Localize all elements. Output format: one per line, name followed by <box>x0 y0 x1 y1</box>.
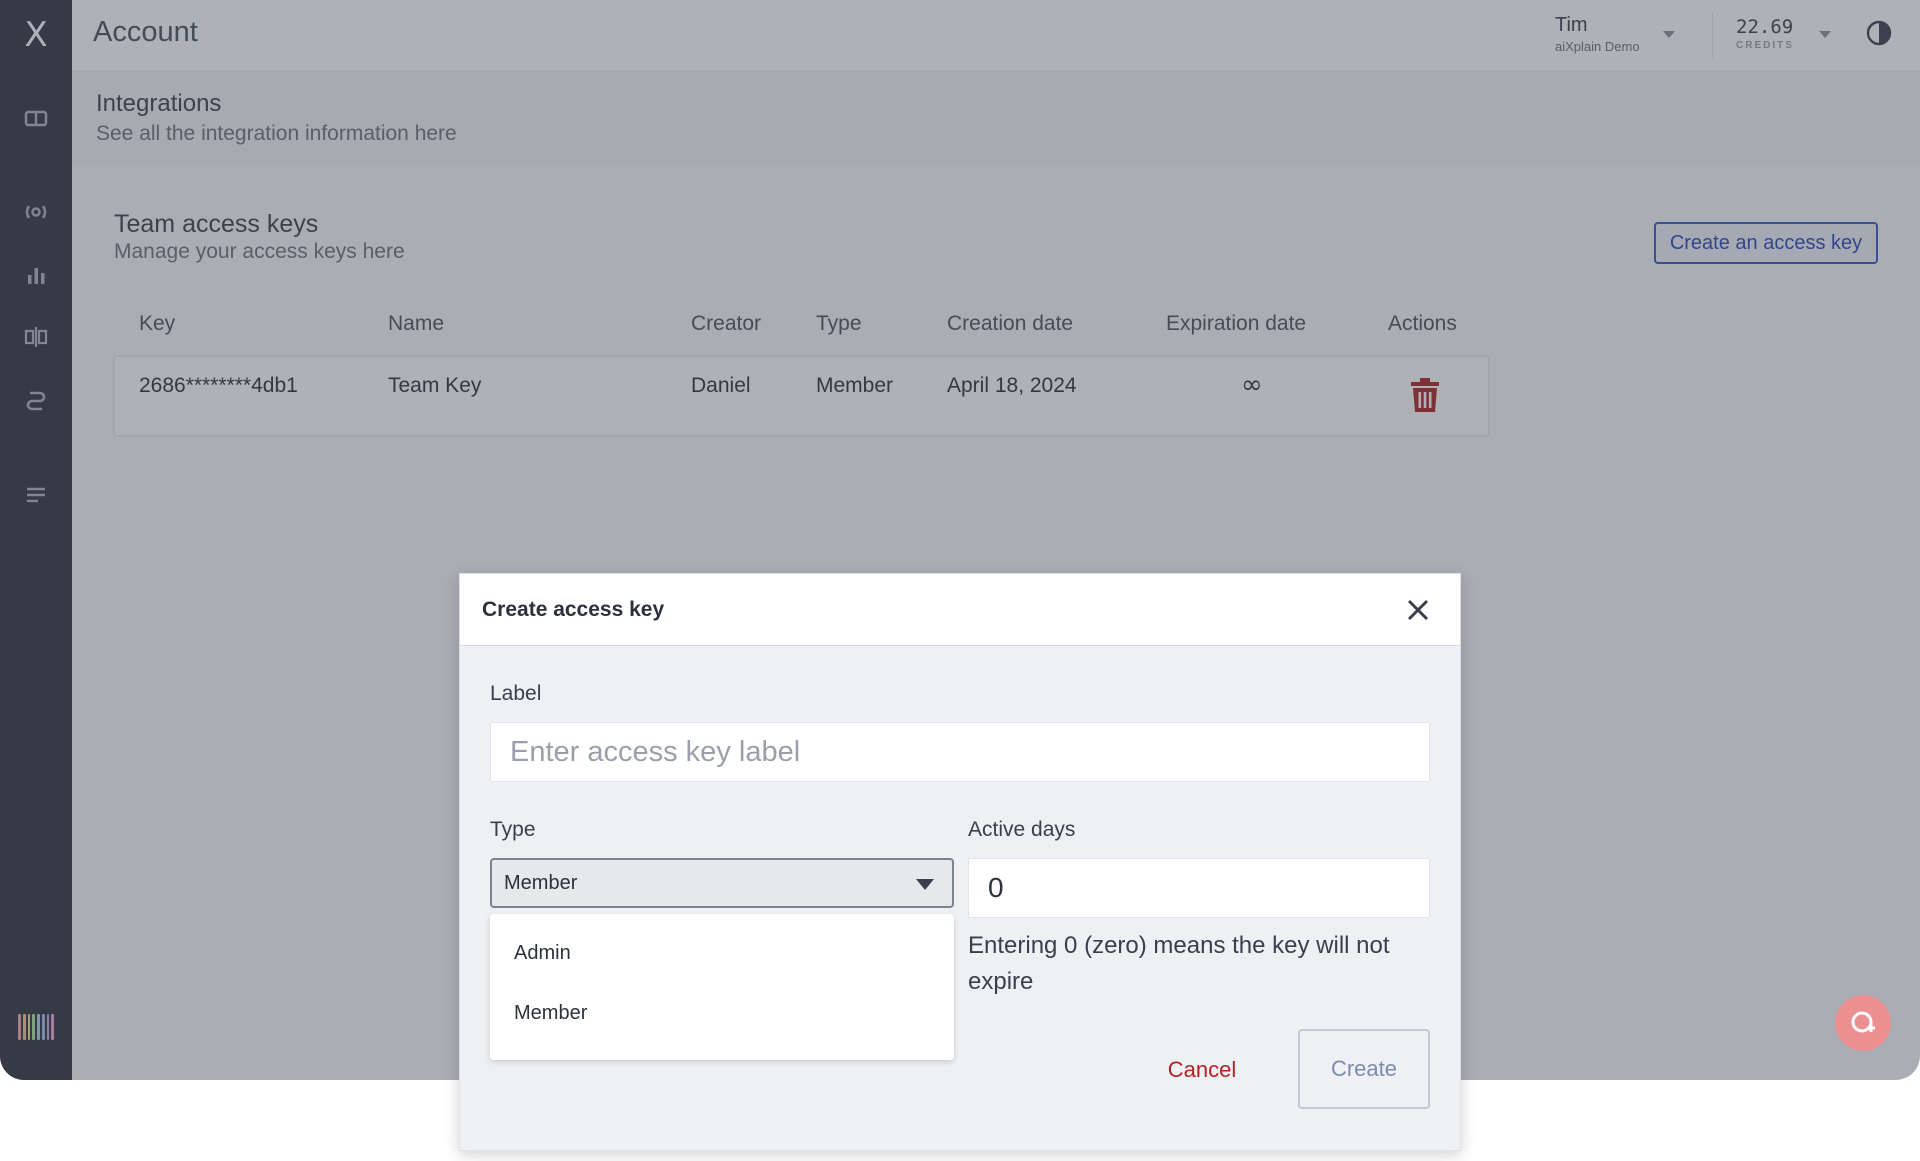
cancel-button[interactable]: Cancel <box>1152 1052 1252 1088</box>
active-days-label: Active days <box>968 818 1076 841</box>
type-option-admin[interactable]: Admin <box>514 942 571 965</box>
active-days-hint: Entering 0 (zero) means the key will not… <box>968 932 1390 995</box>
caret-down-icon <box>916 879 934 890</box>
type-select[interactable]: Member <box>490 858 954 908</box>
type-dropdown-menu: Admin Member <box>490 914 954 1060</box>
dialog-title: Create access key <box>482 598 665 621</box>
create-button[interactable]: Create <box>1298 1029 1430 1109</box>
dialog-header: Create access key <box>460 574 1460 646</box>
active-days-input[interactable] <box>968 858 1430 918</box>
close-icon[interactable] <box>1404 596 1432 624</box>
create-access-key-dialog: Create access key Label Type Member Acti… <box>459 573 1461 1151</box>
label-input[interactable] <box>490 722 1430 782</box>
chat-plus-icon <box>1851 1011 1875 1033</box>
type-selected-value: Member <box>504 872 578 894</box>
chat-support-button[interactable] <box>1835 995 1891 1051</box>
type-field-label: Type <box>490 818 536 841</box>
label-field-label: Label <box>490 682 542 705</box>
type-option-member[interactable]: Member <box>514 1002 587 1025</box>
